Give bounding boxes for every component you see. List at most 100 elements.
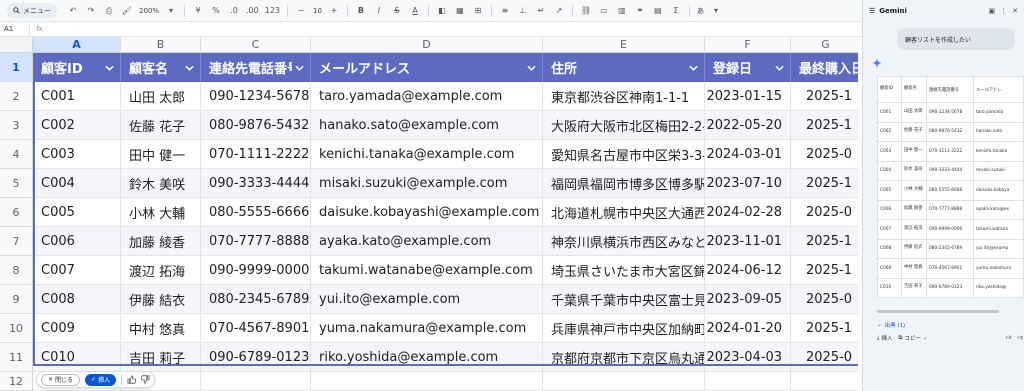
table-cell[interactable]: 080-2345-6789 (201, 285, 311, 314)
print-icon[interactable]: ⎙ (103, 4, 115, 18)
table-cell[interactable]: 伊藤 結衣 (121, 285, 201, 314)
empty-cell[interactable] (791, 372, 858, 391)
table-cell[interactable]: C007 (33, 256, 121, 285)
table-cell[interactable]: 2023-04-03 (705, 343, 791, 372)
table-cell[interactable]: 加藤 綾香 (121, 227, 201, 256)
table-cell[interactable]: 吉田 莉子 (121, 343, 201, 372)
thumbs-down-icon[interactable]: 👎︎ (1017, 335, 1023, 341)
row-header-12[interactable]: 12 (0, 372, 33, 391)
table-cell[interactable]: 2023-11-01 (705, 227, 791, 256)
table-header-cell[interactable]: 連絡先電話番号 (201, 53, 311, 82)
italic-icon[interactable]: I (373, 4, 385, 18)
table-cell[interactable]: 090-3333-4444 (201, 169, 311, 198)
number-format-icon[interactable]: 123 (265, 4, 280, 18)
table-cell[interactable]: 2025-1 (791, 111, 858, 140)
table-cell[interactable]: C004 (33, 169, 121, 198)
table-cell[interactable]: takumi.watanabe@example.com (311, 256, 543, 285)
table-cell[interactable]: 2024-03-01 (705, 140, 791, 169)
functions-icon[interactable]: Σ (670, 4, 682, 18)
row-header-11[interactable]: 11 (0, 343, 33, 372)
empty-cell[interactable] (201, 372, 311, 391)
column-header-f[interactable]: F (705, 37, 791, 53)
table-cell[interactable]: 2024-06-12 (705, 256, 791, 285)
row-header-3[interactable]: 3 (0, 111, 33, 140)
table-cell[interactable]: 渡辺 拓海 (121, 256, 201, 285)
table-cell[interactable]: 2025-0 (791, 140, 858, 169)
percent-icon[interactable]: % (210, 4, 222, 18)
copy-button[interactable]: ⧉ コピー ⌄ (898, 334, 927, 343)
undo-icon[interactable]: ↶ (67, 4, 79, 18)
table-cell[interactable]: yui.ito@example.com (311, 285, 543, 314)
table-header-cell[interactable]: 顧客ID (33, 53, 121, 82)
table-cell[interactable]: 090-6789-0123 (201, 343, 311, 372)
link-icon[interactable]: ⛓ (580, 4, 592, 18)
decimal-decrease-icon[interactable]: .0 (228, 4, 240, 18)
table-cell[interactable]: hanako.sato@example.com (311, 111, 543, 140)
panel-layout-icon[interactable]: ▣ (989, 7, 996, 15)
filter-icon[interactable]: ⏷ (634, 4, 646, 18)
font-size-field[interactable]: 10 (313, 7, 322, 15)
decimal-increase-icon[interactable]: .00 (246, 4, 259, 18)
menu-search-button[interactable]: メニュー (6, 3, 58, 18)
row-header-7[interactable]: 7 (0, 227, 33, 256)
table-cell[interactable]: 福岡県福岡市博多区博多駅 (543, 169, 705, 198)
row-header-4[interactable]: 4 (0, 140, 33, 169)
table-cell[interactable]: 070-1111-2222 (201, 140, 311, 169)
table-header-cell[interactable]: 登録日 (705, 53, 791, 82)
table-cell[interactable]: misaki.suzuki@example.com (311, 169, 543, 198)
merge-cells-icon[interactable]: ⊞ (472, 4, 484, 18)
table-cell[interactable]: 2025-1 (791, 314, 858, 343)
table-cell[interactable]: 山田 太郎 (121, 82, 201, 111)
menu-icon[interactable]: ☰ (869, 7, 875, 15)
table-cell[interactable]: C001 (33, 82, 121, 111)
table-cell[interactable]: C002 (33, 111, 121, 140)
table-cell[interactable]: 2023-01-15 (705, 82, 791, 111)
select-all-corner[interactable] (0, 37, 33, 53)
table-cell[interactable]: kenichi.tanaka@example.com (311, 140, 543, 169)
horizontal-scrollbar[interactable] (877, 310, 999, 313)
column-header-g[interactable]: G (791, 37, 858, 53)
name-box[interactable]: A1 (0, 22, 30, 36)
paint-format-icon[interactable]: 🖌︎ (121, 4, 133, 18)
filter-views-icon[interactable]: ▤ (652, 4, 664, 18)
table-header-cell[interactable]: メールアドレス (311, 53, 543, 82)
table-cell[interactable]: 2023-07-10 (705, 169, 791, 198)
empty-cell[interactable] (311, 372, 543, 391)
table-cell[interactable]: riko.yoshida@example.com (311, 343, 543, 372)
table-cell[interactable]: 2025-1 (791, 169, 858, 198)
table-cell[interactable]: taro.yamada@example.com (311, 82, 543, 111)
spreadsheet-grid[interactable]: ABCDEFG 1 2 3 4 5 6 7 8 9 10 11 12 顧客ID 顧客名 連絡先電話番号 メー… (0, 37, 858, 391)
table-cell[interactable]: 2024-02-28 (705, 198, 791, 227)
table-cell[interactable]: 小林 大輔 (121, 198, 201, 227)
fill-color-icon[interactable]: ◧ (436, 4, 448, 18)
formula-input[interactable]: fx (30, 22, 862, 36)
insert-button[interactable]: ✓ 挿入 (85, 373, 117, 386)
table-cell[interactable]: 鈴木 美咲 (121, 169, 201, 198)
column-header-e[interactable]: E (543, 37, 705, 53)
close-button[interactable]: ✕ 閉じる (41, 373, 81, 386)
table-header-cell[interactable]: 顧客名 (121, 53, 201, 82)
bold-icon[interactable]: B (355, 4, 367, 18)
row-header-10[interactable]: 10 (0, 314, 33, 343)
chart-icon[interactable]: ▥ (616, 4, 628, 18)
table-cell[interactable]: 080-5555-6666 (201, 198, 311, 227)
table-cell[interactable]: 080-9876-5432 (201, 111, 311, 140)
table-cell[interactable]: 2024-01-20 (705, 314, 791, 343)
font-size-increase-icon[interactable]: + (328, 4, 340, 18)
table-header-cell[interactable]: 最終購入日 (791, 53, 858, 82)
more-options-icon[interactable]: ⋮ (1000, 7, 1007, 15)
column-header-b[interactable]: B (121, 37, 201, 53)
table-cell[interactable]: 090-9999-0000 (201, 256, 311, 285)
table-cell[interactable]: C005 (33, 198, 121, 227)
table-cell[interactable]: 2025-1 (791, 227, 858, 256)
comment-icon[interactable]: ▭ (598, 4, 610, 18)
redo-icon[interactable]: ↷ (85, 4, 97, 18)
table-cell[interactable]: 千葉県千葉市中央区富士見 (543, 285, 705, 314)
table-cell[interactable]: ayaka.kato@example.com (311, 227, 543, 256)
thumbs-up-icon[interactable]: 👍︎ (1006, 335, 1012, 341)
column-header-c[interactable]: C (201, 37, 311, 53)
row-header-1[interactable]: 1 (0, 53, 33, 82)
table-cell[interactable]: daisuke.kobayashi@example.com (311, 198, 543, 227)
strikethrough-icon[interactable]: S (391, 4, 403, 18)
table-cell[interactable]: 埼玉県さいたま市大宮区錦 (543, 256, 705, 285)
